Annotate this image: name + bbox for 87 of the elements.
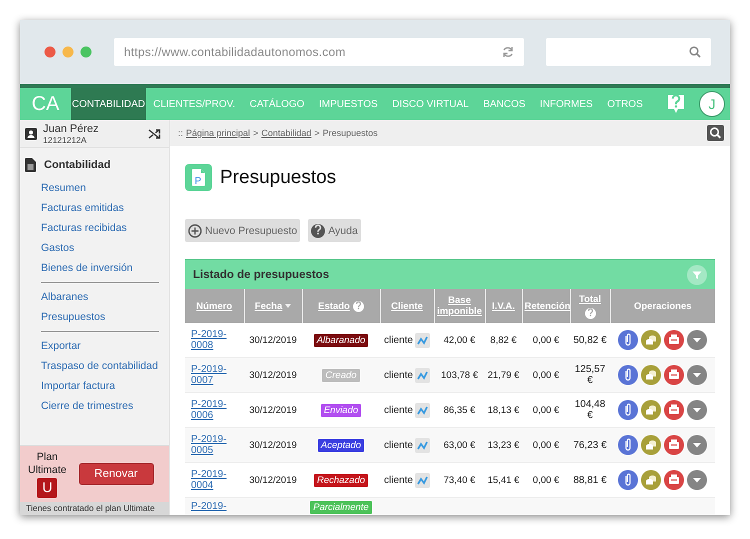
breadcrumb-separator: >	[314, 128, 320, 138]
help-icon[interactable]	[667, 94, 685, 114]
amount-cell: 21,79 €	[485, 358, 522, 392]
help-icon[interactable]	[352, 300, 364, 312]
plan-label: Plan	[36, 450, 58, 464]
address-bar[interactable]: https://www.contabilidadautonomos.com	[114, 38, 524, 66]
nav-tab[interactable]: CONTABILIDAD	[71, 88, 146, 120]
plan-name: Ultimate	[28, 464, 67, 476]
sidebar-link[interactable]: Facturas recibidas	[20, 218, 169, 238]
status-tag: Enviado	[320, 404, 362, 416]
chart-link-icon[interactable]	[414, 332, 430, 348]
date-cell: 30/12/2019	[244, 358, 302, 392]
client-name: cliente	[384, 404, 413, 416]
help-icon[interactable]	[584, 308, 596, 318]
chart-link-icon[interactable]	[414, 402, 430, 418]
help-button[interactable]: Ayuda	[308, 219, 361, 242]
status-tag: Rechazado	[314, 474, 368, 486]
paperclip-icon[interactable]	[618, 470, 638, 490]
amount-cell: 0,00 €	[522, 358, 570, 392]
paperclip-icon[interactable]	[618, 330, 638, 350]
paperclip-icon[interactable]	[618, 400, 638, 420]
section-title: Contabilidad	[44, 159, 111, 171]
date-cell: 30/12/2019	[244, 428, 302, 462]
caret-down-icon[interactable]	[687, 435, 707, 455]
sidebar-link[interactable]: Bienes de inversión	[20, 258, 169, 278]
sidebar-link[interactable]: Cierre de trimestres	[20, 396, 169, 416]
breadcrumb-current: Presupuestos	[322, 128, 378, 138]
reload-icon[interactable]	[502, 46, 514, 58]
breadcrumb-link[interactable]: Página principal	[186, 128, 250, 138]
breadcrumb-prefix: ::	[178, 128, 184, 138]
page-title: Presupuestos	[220, 166, 336, 188]
amount-cell: 13,23 €	[485, 428, 522, 462]
chart-link-icon[interactable]	[414, 438, 430, 452]
sidebar-link[interactable]: Importar factura	[20, 376, 169, 396]
amount-cell: 76,23 €	[570, 428, 610, 462]
budget-number-link[interactable]: P-2019-0008	[191, 329, 243, 351]
user-name: Juan Pérez	[43, 122, 100, 134]
search-icon[interactable]	[707, 125, 724, 141]
shuffle-icon[interactable]	[148, 128, 161, 140]
caret-down-icon[interactable]	[687, 330, 707, 350]
sidebar-link[interactable]: Gastos	[20, 238, 169, 258]
question-icon	[311, 224, 326, 238]
client-name: cliente	[384, 474, 413, 486]
plus-circle-icon	[188, 224, 202, 238]
caret-down-icon[interactable]	[687, 400, 707, 420]
sort-caret-icon	[285, 304, 292, 308]
listing-title: Listado de presupuestos	[193, 268, 330, 280]
new-button[interactable]: Nuevo Presupuesto	[185, 219, 300, 242]
amount-cell: 63,00 €	[434, 428, 485, 462]
user-card-icon	[25, 128, 37, 140]
breadcrumb-separator: >	[253, 128, 258, 138]
chart-link-icon[interactable]	[414, 472, 430, 488]
plan-notice: Tienes contratado el plan Ultimate	[20, 502, 169, 515]
document-icon	[25, 158, 36, 172]
budget-number-link[interactable]: P-2019-0006	[191, 399, 243, 421]
window-buttons-icon[interactable]	[44, 46, 92, 58]
status-tag: Parcialmente	[310, 501, 372, 514]
sidebar-link[interactable]: Exportar	[20, 336, 169, 356]
amount-cell: 0,00 €	[522, 428, 570, 462]
client-name: cliente	[384, 440, 413, 450]
caret-down-icon[interactable]	[687, 365, 707, 385]
icon-letter: P	[194, 176, 202, 187]
url-text: https://www.contabilidadautonomos.com	[124, 45, 346, 59]
plan-badge: U	[37, 478, 58, 498]
status-tag: Albaranado	[314, 334, 368, 346]
amount-cell: 125,57 €	[570, 358, 610, 392]
amount-cell: 103,78 €	[434, 358, 485, 392]
sidebar-link[interactable]: Resumen	[20, 178, 169, 198]
chart-link-icon[interactable]	[414, 368, 430, 382]
budget-number-link[interactable]: P-2019-0004	[191, 469, 243, 491]
breadcrumb-link[interactable]: Contabilidad	[261, 128, 312, 138]
client-name: cliente	[384, 334, 413, 346]
status-tag: Aceptado	[318, 438, 364, 452]
status-tag: Creado	[322, 368, 360, 382]
paperclip-icon[interactable]	[618, 435, 638, 455]
sidebar-link[interactable]: Albaranes	[20, 287, 169, 307]
sidebar-link[interactable]: Facturas emitidas	[20, 198, 169, 218]
renew-button[interactable]: Renovar	[78, 463, 154, 485]
client-name: cliente	[384, 370, 413, 380]
column-header: Operaciones	[610, 289, 715, 323]
sidebar-link[interactable]: Presupuestos	[20, 307, 169, 327]
paperclip-icon[interactable]	[618, 365, 638, 385]
browser-search-field[interactable]	[546, 38, 711, 66]
search-icon	[689, 46, 701, 58]
sidebar-link[interactable]: Traspaso de contabilidad	[20, 356, 169, 376]
user-id: 12121212A	[43, 134, 88, 144]
caret-down-icon[interactable]	[687, 470, 707, 490]
